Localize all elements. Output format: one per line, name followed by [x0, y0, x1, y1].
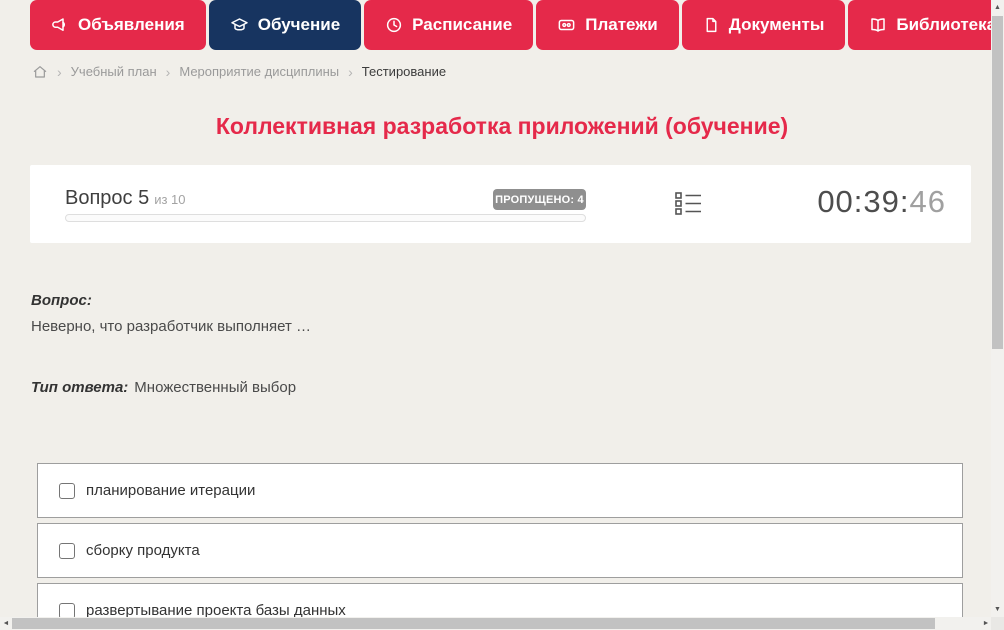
page-title: Коллективная разработка приложений (обуч… — [0, 113, 1004, 140]
answer-option-label: планирование итерации — [86, 482, 255, 499]
breadcrumb-item-discipline-event[interactable]: Мероприятие дисциплины — [179, 64, 339, 79]
question-text: Неверно, что разработчик выполняет … — [31, 318, 311, 335]
breadcrumb: › Учебный план › Мероприятие дисциплины … — [32, 63, 446, 80]
nav-item-label: Библиотека — [896, 15, 996, 35]
answer-option-label: сборку продукта — [86, 542, 200, 559]
nav-item-documents[interactable]: Документы — [682, 0, 846, 50]
document-icon — [703, 16, 720, 34]
answer-options: планирование итерации сборку продукта ра… — [37, 463, 963, 630]
checkbox[interactable] — [59, 543, 75, 559]
megaphone-icon — [51, 16, 69, 34]
question-label: Вопрос: — [31, 292, 92, 309]
nav-item-label: Обучение — [258, 15, 340, 35]
question-total: из 10 — [154, 192, 185, 207]
nav-item-label: Платежи — [585, 15, 658, 35]
nav-item-library[interactable]: Библиотека — [848, 0, 1004, 50]
scroll-left-arrow-icon[interactable]: ◄ — [0, 617, 12, 630]
wallet-icon — [557, 16, 576, 34]
main-nav: Объявления Обучение Расписание Платежи Д… — [30, 0, 1004, 50]
nav-item-payments[interactable]: Платежи — [536, 0, 679, 50]
timer-hours-minutes: 00:39: — [817, 184, 909, 219]
nav-item-learning[interactable]: Обучение — [209, 0, 361, 50]
quiz-header-card: Вопрос 5 из 10 ПРОПУЩЕНО: 4 00:39:46 — [30, 165, 971, 243]
breadcrumb-separator: › — [166, 64, 171, 80]
nav-item-label: Расписание — [412, 15, 512, 35]
breadcrumb-item-testing: Тестирование — [362, 64, 446, 79]
vertical-scrollbar[interactable]: ▲ ▼ — [991, 0, 1004, 617]
nav-item-announcements[interactable]: Объявления — [30, 0, 206, 50]
clock-icon — [385, 16, 403, 34]
timer-seconds: 46 — [910, 184, 946, 219]
breadcrumb-item-study-plan[interactable]: Учебный план — [71, 64, 157, 79]
skipped-badge: ПРОПУЩЕНО: 4 — [493, 189, 586, 210]
breadcrumb-separator: › — [348, 64, 353, 80]
breadcrumb-separator: › — [57, 64, 62, 80]
graduation-cap-icon — [230, 16, 249, 34]
vertical-scrollbar-thumb[interactable] — [992, 16, 1003, 349]
scroll-down-arrow-icon[interactable]: ▼ — [991, 603, 1004, 616]
answer-type-label: Тип ответа: — [31, 379, 128, 396]
question-counter: Вопрос 5 из 10 — [65, 187, 186, 210]
answer-option[interactable]: сборку продукта — [37, 523, 963, 578]
question-list-icon — [675, 191, 702, 216]
horizontal-scrollbar-thumb[interactable] — [12, 618, 935, 629]
timer: 00:39:46 — [817, 184, 946, 220]
book-icon — [869, 16, 887, 34]
question-number: Вопрос 5 — [65, 187, 149, 209]
nav-item-schedule[interactable]: Расписание — [364, 0, 533, 50]
horizontal-scrollbar[interactable]: ◄ ► — [0, 617, 991, 630]
checkbox[interactable] — [59, 483, 75, 499]
scroll-up-arrow-icon[interactable]: ▲ — [991, 1, 1004, 14]
scrollbar-corner — [991, 617, 1004, 630]
progress-bar — [65, 214, 586, 222]
question-list-button[interactable] — [673, 189, 704, 218]
answer-type-row: Тип ответа: Множественный выбор — [31, 379, 296, 396]
nav-item-label: Объявления — [78, 15, 185, 35]
answer-option[interactable]: планирование итерации — [37, 463, 963, 518]
nav-item-label: Документы — [729, 15, 825, 35]
home-icon[interactable] — [32, 63, 48, 80]
answer-type-value: Множественный выбор — [134, 379, 296, 396]
